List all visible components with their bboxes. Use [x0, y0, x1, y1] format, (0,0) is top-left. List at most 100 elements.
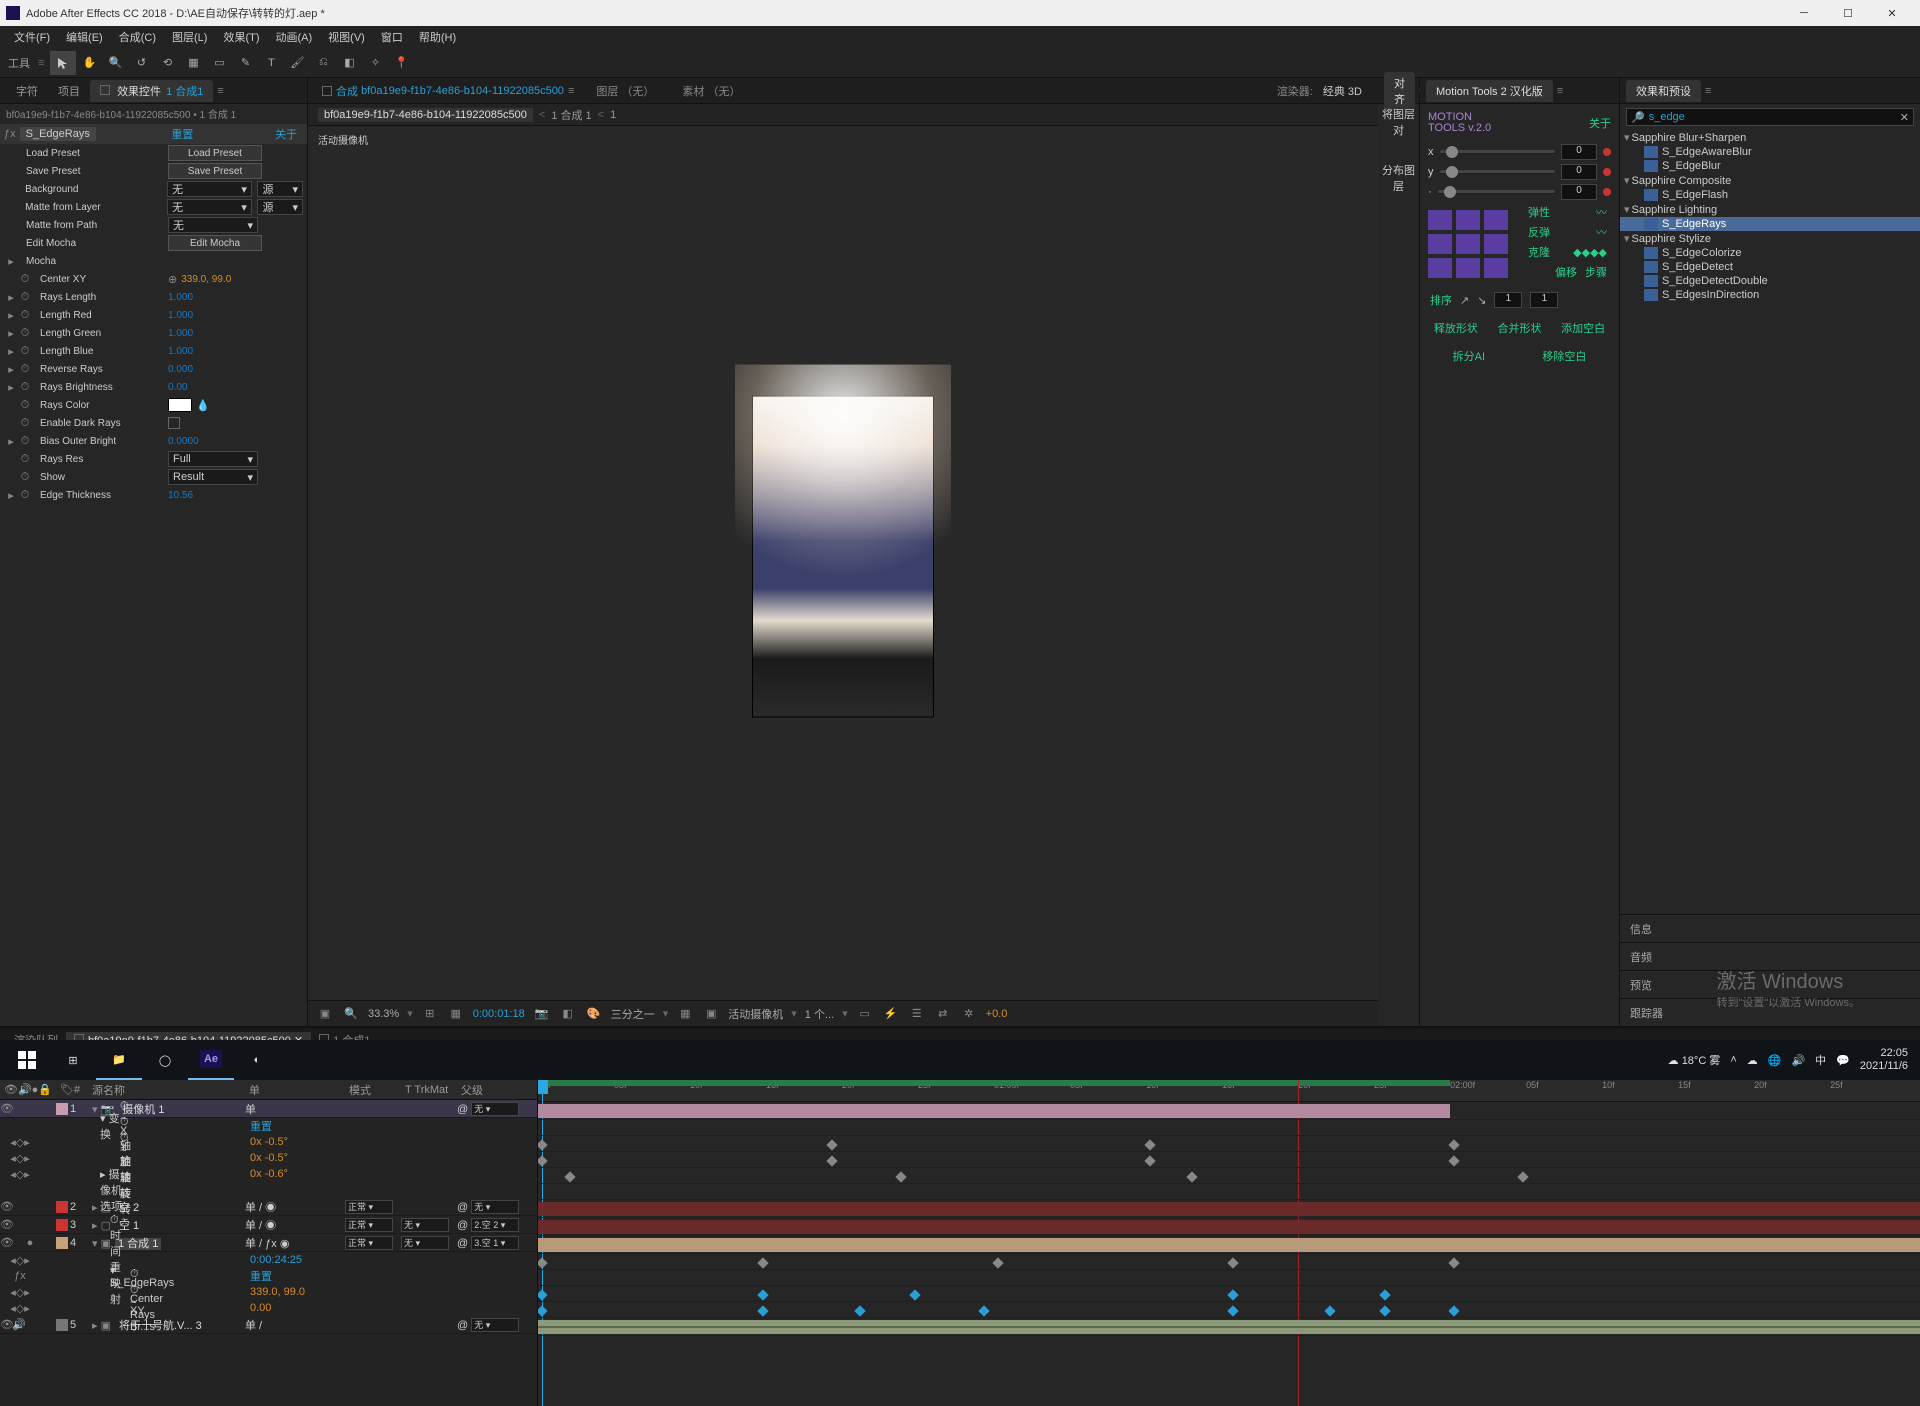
slider-y[interactable] [1440, 170, 1556, 174]
toolbar-menu-icon[interactable]: ≡ [38, 57, 44, 69]
panel-menu-icon[interactable]: ≡ [217, 85, 223, 97]
keyframe[interactable] [827, 1155, 838, 1166]
panel-menu-icon[interactable]: ≡ [1557, 85, 1563, 97]
start-button[interactable] [4, 1040, 50, 1080]
fast-preview-icon[interactable]: ⚡ [882, 1005, 900, 1023]
effect-name[interactable]: S_EdgeRays [20, 127, 96, 141]
matte-path-select[interactable]: 无▾ [168, 217, 258, 233]
timeline-tracks[interactable]: 00f05f10f15f20f25f01:00f05f10f15f20f25f0… [538, 1080, 1920, 1406]
save-preset-button[interactable]: Save Preset [168, 163, 262, 179]
seq-input-2[interactable]: 1 [1530, 292, 1558, 308]
slider-3[interactable] [1438, 190, 1555, 194]
keyframe[interactable] [1227, 1305, 1238, 1316]
clear-search-icon[interactable]: ✕ [1900, 111, 1909, 124]
stopwatch-icon[interactable]: ⏱ [18, 273, 32, 286]
keyframe[interactable] [992, 1257, 1003, 1268]
matte-layer-select[interactable]: 无▾ [167, 199, 252, 215]
record-dot-icon[interactable] [1603, 168, 1611, 176]
fx-toggle-icon[interactable]: ƒx [4, 128, 16, 140]
color-icon[interactable]: 🎨 [585, 1005, 603, 1023]
track-row[interactable] [538, 1270, 1920, 1286]
record-dot-icon[interactable] [1603, 148, 1611, 156]
preset-item[interactable]: S_EdgesInDirection [1620, 288, 1920, 302]
eraser-tool[interactable]: ◧ [336, 51, 362, 75]
panel-info[interactable]: 信息 [1620, 914, 1920, 942]
clone-tool[interactable]: ⎌ [310, 51, 336, 75]
prop-camopts[interactable]: ▸ 摄像机选项 [0, 1182, 537, 1198]
keyframe[interactable] [827, 1139, 838, 1150]
slider-x[interactable] [1440, 150, 1556, 154]
orbit-tool[interactable]: ↺ [128, 51, 154, 75]
clock[interactable]: 22:052021/11/6 [1860, 1047, 1908, 1073]
rect-tool[interactable]: ▭ [206, 51, 232, 75]
rotate-tool[interactable]: ⟲ [154, 51, 180, 75]
preset-search[interactable]: 🔎 ✕ [1626, 108, 1914, 126]
type-tool[interactable]: T [258, 51, 284, 75]
keyframe[interactable] [1144, 1155, 1155, 1166]
roto-tool[interactable]: ✧ [362, 51, 388, 75]
seq-icon1[interactable]: ↗ [1460, 294, 1469, 307]
work-area[interactable] [538, 1080, 1450, 1086]
keyframe[interactable] [1227, 1257, 1238, 1268]
tab-align[interactable]: 对齐 [1384, 72, 1415, 110]
mt-sequence[interactable]: 排序 [1430, 292, 1452, 308]
anchor-ml[interactable] [1428, 234, 1452, 254]
magnification[interactable]: 33.3% [368, 1008, 399, 1020]
keyframe[interactable] [564, 1171, 575, 1182]
record-dot-icon[interactable] [1603, 188, 1611, 196]
breadcrumb-2[interactable]: 1 合成 1 [551, 107, 591, 123]
keyframe[interactable] [1227, 1289, 1238, 1300]
menu-file[interactable]: 文件(F) [6, 29, 58, 45]
ime-icon[interactable]: 中 [1815, 1052, 1826, 1068]
pen-tool[interactable]: ✎ [232, 51, 258, 75]
keyframe[interactable] [538, 1155, 548, 1166]
anchor-br[interactable] [1484, 258, 1508, 278]
center-value[interactable]: 339.0, 99.0 [181, 274, 231, 285]
track-row[interactable] [538, 1286, 1920, 1302]
hand-tool[interactable]: ✋ [76, 51, 102, 75]
anchor-mc[interactable] [1456, 234, 1480, 254]
tab-character[interactable]: 字符 [6, 80, 48, 102]
preset-item[interactable]: S_EdgeFlash [1620, 188, 1920, 202]
task-view-icon[interactable]: ⊞ [50, 1040, 96, 1080]
tab-motion-tools[interactable]: Motion Tools 2 汉化版 [1426, 80, 1553, 102]
track-row[interactable] [538, 1218, 1920, 1236]
transparency-icon[interactable]: ▦ [676, 1005, 694, 1023]
mag-icon[interactable]: 🔍 [342, 1005, 360, 1023]
camera-tool[interactable]: ▦ [180, 51, 206, 75]
viewer-tab-footage[interactable]: 素材 （无） [668, 81, 754, 101]
mt-release-shapes[interactable]: 释放形状 [1434, 320, 1478, 336]
layer-bar[interactable] [538, 1202, 1920, 1216]
mt-overshoot[interactable]: 克隆 [1528, 244, 1550, 260]
mt-add-null[interactable]: 添加空白 [1561, 320, 1605, 336]
preset-item[interactable]: S_EdgeBlur [1620, 159, 1920, 173]
panel-menu-icon[interactable]: ≡ [1705, 85, 1711, 97]
region-icon[interactable]: ▣ [316, 1005, 334, 1023]
slider-3-value[interactable]: 0 [1561, 184, 1597, 200]
length-blue-value[interactable]: 1.000 [168, 346, 193, 357]
keyframe[interactable] [979, 1305, 990, 1316]
col-parent[interactable]: 父级 [457, 1082, 537, 1098]
zoom-tool[interactable]: 🔍 [102, 51, 128, 75]
edit-mocha-button[interactable]: Edit Mocha [168, 235, 262, 251]
twirl-icon[interactable]: ▸ [4, 255, 18, 268]
keyframe[interactable] [1448, 1305, 1459, 1316]
after-effects-icon[interactable]: Ae [188, 1040, 234, 1080]
mt-merge-shapes[interactable]: 合并形状 [1497, 320, 1541, 336]
anchor-bc[interactable] [1456, 258, 1480, 278]
mt-about[interactable]: 关于 [1589, 115, 1611, 131]
puppet-tool[interactable]: 📍 [388, 51, 414, 75]
preset-item[interactable]: S_EdgeColorize [1620, 246, 1920, 260]
network-icon[interactable]: 🌐 [1768, 1054, 1782, 1067]
breadcrumb-1[interactable]: bf0a19e9-f1b7-4e86-b104-11922085c500 [318, 108, 533, 122]
keyframe[interactable] [1324, 1305, 1335, 1316]
keyframe[interactable] [538, 1257, 548, 1268]
track-row[interactable] [538, 1318, 1920, 1336]
keyframe[interactable] [538, 1139, 548, 1150]
keyframe[interactable] [1379, 1305, 1390, 1316]
track-row[interactable] [538, 1184, 1920, 1200]
layer-bar[interactable] [538, 1238, 1920, 1252]
notifications-icon[interactable]: 💬 [1836, 1054, 1850, 1067]
keyframe[interactable] [1448, 1155, 1459, 1166]
pixel-aspect-icon[interactable]: ▭ [856, 1005, 874, 1023]
